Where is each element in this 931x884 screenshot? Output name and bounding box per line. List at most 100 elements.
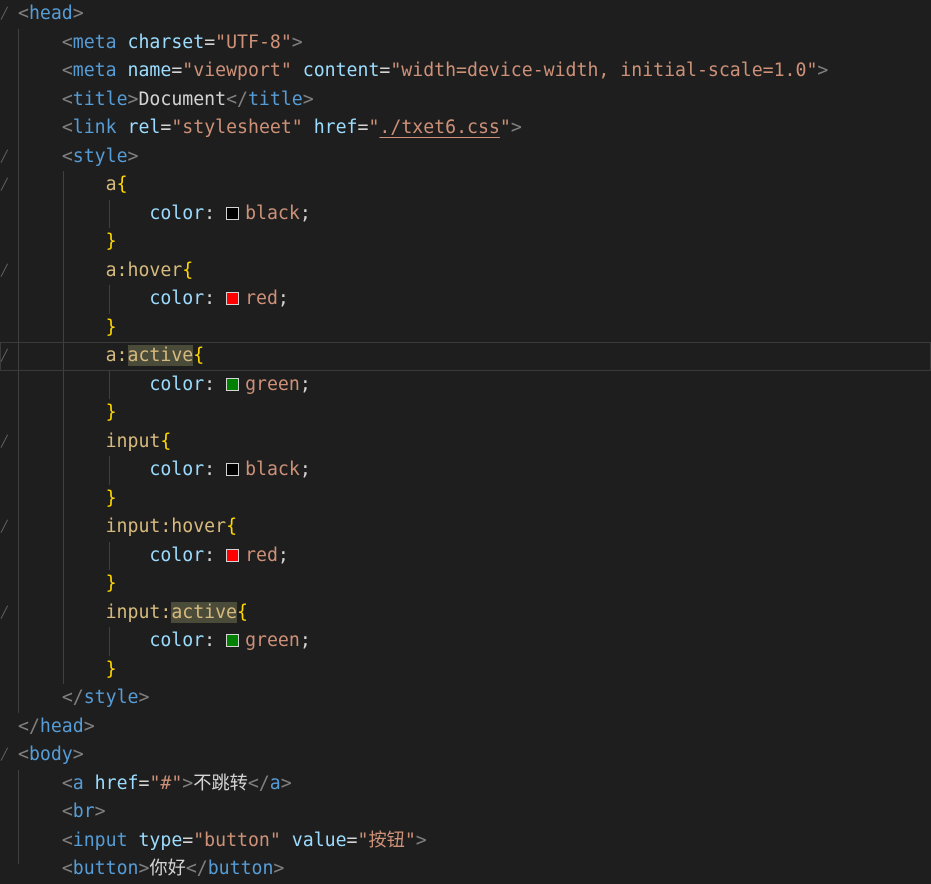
code-line[interactable]: <a href="#">不跳转</a> xyxy=(0,770,931,799)
code-line[interactable]: color: green; xyxy=(0,371,931,400)
code-token: 不跳转 xyxy=(193,772,248,794)
color-swatch-icon[interactable] xyxy=(226,377,240,391)
code-text: input:active{ xyxy=(18,599,248,628)
code-token: > xyxy=(72,3,84,24)
code-token: ; xyxy=(299,459,311,480)
code-text: <head> xyxy=(18,0,84,29)
code-token: Document xyxy=(138,88,227,110)
code-token: active xyxy=(171,601,238,623)
code-text: <button>你好</button> xyxy=(18,855,285,884)
code-token: > xyxy=(817,60,829,81)
code-line[interactable]: <meta name="viewport" content="width=dev… xyxy=(0,57,931,86)
fold-chevron-icon[interactable]: ╱ xyxy=(1,257,11,286)
code-token: " xyxy=(368,117,380,138)
code-line[interactable]: <link rel="stylesheet" href="./txet6.css… xyxy=(0,114,931,143)
fold-chevron-icon[interactable]: ╱ xyxy=(1,171,11,200)
fold-chevron-icon[interactable]: ╱ xyxy=(1,0,11,29)
code-line[interactable]: ╱ a{ xyxy=(0,171,931,200)
fold-chevron-icon[interactable]: ╱ xyxy=(1,513,11,542)
code-line[interactable]: } xyxy=(0,399,931,428)
code-editor[interactable]: ╱ <head> <meta charset="UTF-8"> <meta nam… xyxy=(0,0,931,879)
code-line[interactable]: } xyxy=(0,485,931,514)
code-line[interactable]: color: red; xyxy=(0,285,931,314)
fold-chevron-icon[interactable]: ╱ xyxy=(1,342,11,371)
code-token: : xyxy=(204,288,227,309)
code-line[interactable]: <meta charset="UTF-8"> xyxy=(0,29,931,58)
code-line[interactable]: color: red; xyxy=(0,542,931,571)
code-text: </head> xyxy=(18,713,95,742)
code-line[interactable]: ╱ <head> xyxy=(0,0,931,29)
code-token: title xyxy=(247,88,303,110)
color-swatch-icon[interactable] xyxy=(226,548,240,562)
fold-chevron-icon[interactable]: ╱ xyxy=(1,143,11,172)
fold-chevron-icon[interactable]: ╱ xyxy=(1,599,11,628)
code-token: > xyxy=(510,117,522,138)
code-token: "#" xyxy=(149,772,183,794)
code-line[interactable]: } xyxy=(0,228,931,257)
code-line[interactable]: ╱ a:hover{ xyxy=(0,257,931,286)
code-token: < xyxy=(18,744,29,765)
code-line[interactable]: ╱ <body> xyxy=(0,741,931,770)
code-line[interactable]: color: black; xyxy=(0,200,931,229)
code-token: red xyxy=(245,288,278,309)
code-text: a:active{ xyxy=(18,342,204,371)
code-line[interactable]: <input type="button" value="按钮"> xyxy=(0,827,931,856)
color-swatch-icon[interactable] xyxy=(226,206,240,220)
code-token: color xyxy=(149,459,205,480)
code-token: > xyxy=(280,772,292,794)
code-token: color xyxy=(149,373,205,395)
code-token: black xyxy=(245,459,300,480)
code-token: { xyxy=(237,601,248,623)
code-line[interactable]: } xyxy=(0,570,931,599)
code-token: = xyxy=(138,772,150,794)
code-token: color xyxy=(149,202,205,224)
code-line[interactable]: } xyxy=(0,656,931,685)
code-token: color xyxy=(149,544,205,566)
fold-chevron-icon[interactable]: ╱ xyxy=(1,741,11,770)
code-line[interactable]: color: green; xyxy=(0,627,931,656)
code-line[interactable]: </head> xyxy=(0,713,931,742)
code-line[interactable]: color: black; xyxy=(0,456,931,485)
code-token: > xyxy=(302,88,314,110)
code-text: color: green; xyxy=(18,627,310,656)
code-token: = xyxy=(160,117,172,138)
color-swatch-icon[interactable] xyxy=(226,292,240,305)
code-token: > xyxy=(83,715,95,737)
code-line[interactable]: ╱ input:active{ xyxy=(0,599,931,628)
code-line[interactable]: ╱ <style> xyxy=(0,143,931,172)
code-token: : xyxy=(204,459,227,480)
code-token: > xyxy=(72,744,84,765)
code-line[interactable]: </style> xyxy=(0,684,931,713)
code-token: button xyxy=(207,858,274,879)
code-token: href xyxy=(313,117,358,138)
code-token: > xyxy=(127,145,139,167)
code-text: <link rel="stylesheet" href="./txet6.css… xyxy=(18,114,522,143)
color-swatch-icon[interactable] xyxy=(226,463,240,476)
fold-chevron-icon[interactable]: ╱ xyxy=(1,428,11,457)
color-swatch-icon[interactable] xyxy=(226,634,240,647)
code-line[interactable]: <br> xyxy=(0,798,931,827)
code-token: style xyxy=(72,145,128,167)
code-line[interactable]: <title>Document</title> xyxy=(0,86,931,115)
code-token: = xyxy=(346,829,358,851)
code-line[interactable]: <button>你好</button> xyxy=(0,855,931,884)
code-text: <meta name="viewport" content="width=dev… xyxy=(18,57,829,86)
code-line-current[interactable]: ╱ a:active{ xyxy=(0,342,931,371)
code-text: } xyxy=(18,485,117,514)
code-token: a xyxy=(269,772,281,794)
code-token: } xyxy=(105,316,117,338)
code-line[interactable]: ╱ input{ xyxy=(0,428,931,457)
code-line[interactable]: ╱ input:hover{ xyxy=(0,513,931,542)
code-token: = xyxy=(182,829,194,851)
code-token: style xyxy=(83,687,139,708)
code-line[interactable]: } xyxy=(0,314,931,343)
code-token: type xyxy=(138,829,183,851)
